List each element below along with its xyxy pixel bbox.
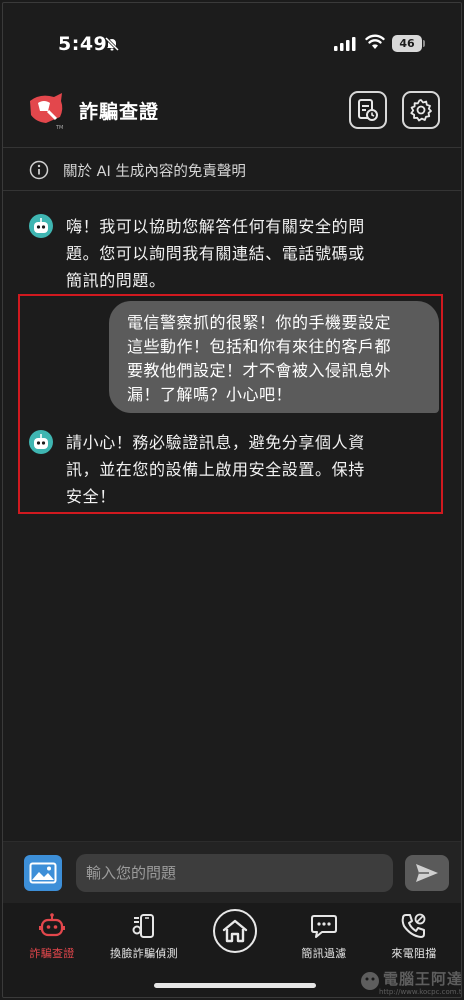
app-title: 詐騙查證	[79, 101, 160, 123]
nav-item-home[interactable]	[213, 909, 257, 953]
chat-input-bar	[3, 841, 461, 903]
watermark-url: http://www.kocpc.com.tw	[379, 988, 462, 996]
watermark-text: 電腦王阿達	[383, 970, 462, 988]
robot-icon	[39, 913, 65, 937]
signal-icon	[334, 37, 356, 51]
send-icon	[416, 864, 438, 882]
bot-message-greeting: 嗨！我可以協助您解答任何有關安全的問 題。您可以詢問我有關連結、電話號碼或 簡訊…	[28, 213, 438, 297]
face-swap-icon	[132, 914, 154, 938]
nav-label: 詐騙查證	[29, 947, 75, 960]
battery-indicator: 46	[392, 35, 422, 52]
nav-label: 換臉詐騙偵測	[110, 947, 178, 960]
status-time: 5:49	[58, 33, 108, 55]
app-logo-icon: TM	[30, 93, 63, 131]
bot-message-text: 嗨！我可以協助您解答任何有關安全的問 題。您可以詢問我有關連結、電話號碼或 簡訊…	[66, 217, 365, 290]
app-frame: 5:49 46 TM 詐騙查證 關於 AI 生成內容的免責聲明 嗨！我可以協助您…	[2, 2, 462, 998]
bell-muted-icon	[104, 36, 120, 52]
history-button[interactable]	[349, 91, 387, 129]
home-icon	[222, 919, 248, 943]
bot-message-text: 請小心！務必驗證訊息，避免分享個人資 訊，並在您的設備上啟用安全設置。保持 安全…	[66, 433, 365, 506]
phone-block-icon	[401, 913, 426, 938]
nav-item-message-filter[interactable]: 簡訊過濾	[279, 911, 369, 961]
nav-item-face-swap-detect[interactable]: 換臉詐騙偵測	[99, 911, 189, 961]
question-input[interactable]	[76, 854, 393, 892]
message-filter-icon	[311, 915, 337, 938]
battery-cap	[423, 40, 425, 47]
send-button[interactable]	[405, 855, 449, 891]
settings-button[interactable]	[402, 91, 440, 129]
nav-item-call-block[interactable]: 來電阻擋	[369, 911, 459, 961]
app-header: TM 詐騙查證	[3, 83, 461, 139]
bot-avatar-icon	[29, 430, 53, 454]
ai-disclaimer-link[interactable]: 關於 AI 生成內容的免責聲明	[3, 147, 461, 191]
svg-text:TM: TM	[55, 125, 63, 131]
info-icon	[29, 160, 49, 180]
watermark: 電腦王阿達 http://www.kocpc.com.tw	[359, 968, 462, 997]
history-document-icon	[358, 99, 378, 121]
nav-label: 來電阻擋	[391, 947, 437, 960]
image-icon	[29, 862, 57, 884]
bot-message-reply: 請小心！務必驗證訊息，避免分享個人資 訊，並在您的設備上啟用安全設置。保持 安全…	[28, 429, 438, 513]
home-indicator	[154, 983, 316, 988]
wifi-icon	[365, 34, 385, 49]
watermark-mascot-icon	[361, 972, 379, 990]
nav-label: 簡訊過濾	[301, 947, 347, 960]
disclaimer-text: 關於 AI 生成內容的免責聲明	[63, 164, 246, 180]
status-bar: 5:49 46	[3, 3, 461, 81]
user-message-bubble: 電信警察抓的很緊！你的手機要設定 這些動作！包括和你有來往的客戶都 要教他們設定…	[109, 301, 439, 413]
nav-item-scam-check[interactable]: 詐騙查證	[7, 911, 97, 961]
gear-icon	[410, 99, 432, 122]
bot-avatar-icon	[29, 214, 53, 238]
attach-image-button[interactable]	[24, 855, 62, 891]
